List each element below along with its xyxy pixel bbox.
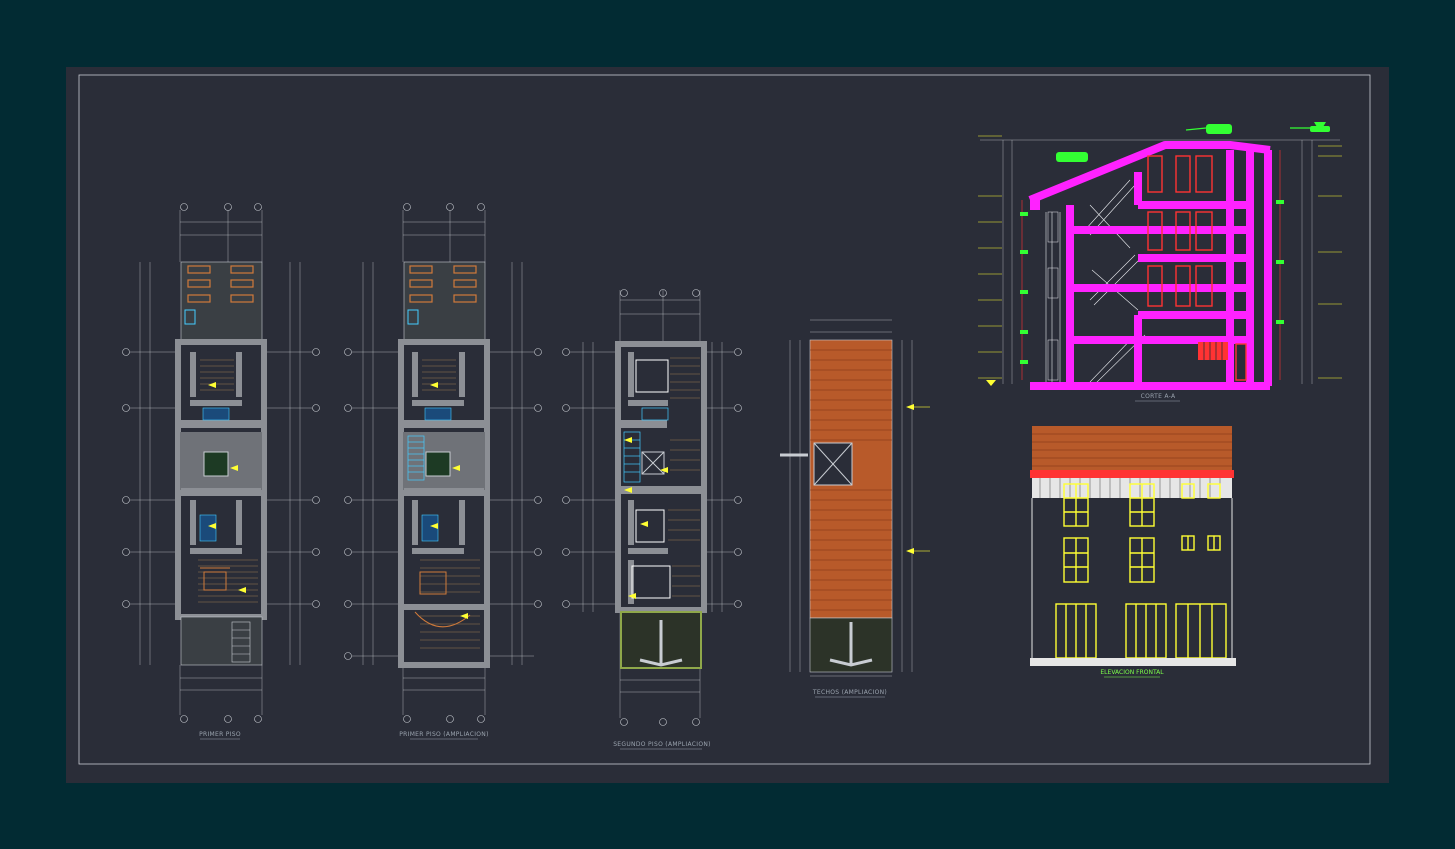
cad-drawing-sheet: PRIMER PISO PRIMER PISO (AMPLIACION) SEG…	[66, 67, 1389, 783]
section-a-a-title: CORTE A-A	[1141, 393, 1176, 400]
front-elevation-title: ELEVACION FRONTAL	[1100, 669, 1164, 676]
plan-roof-extension-title: TECHOS (AMPLIACION)	[812, 689, 887, 696]
plan-first-floor-title: PRIMER PISO	[199, 731, 241, 738]
plan-second-floor-extension-title: SEGUNDO PISO (AMPLIACION)	[613, 741, 711, 748]
plan-first-floor-extension-title: PRIMER PISO (AMPLIACION)	[399, 731, 489, 738]
